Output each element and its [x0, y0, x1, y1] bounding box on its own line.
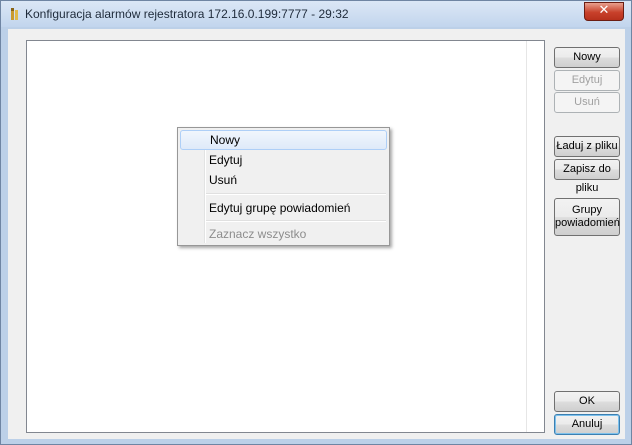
context-menu: Nowy Edytuj Usuń Edytuj grupę powiadomie… [177, 127, 390, 246]
menu-item-edit-notification-group[interactable]: Edytuj grupę powiadomień [180, 198, 387, 218]
delete-button[interactable]: Usuń [554, 92, 620, 113]
close-button[interactable]: ✕ [584, 2, 624, 21]
app-icon [11, 8, 18, 20]
menu-separator [206, 193, 386, 195]
close-icon: ✕ [598, 3, 610, 18]
edit-button[interactable]: Edytuj [554, 70, 620, 91]
new-button[interactable]: Nowy [554, 47, 620, 68]
menu-separator [206, 220, 386, 222]
cancel-button[interactable]: Anuluj [554, 414, 620, 435]
save-to-file-button[interactable]: Zapisz do pliku [554, 159, 620, 194]
menu-item-select-all[interactable]: Zaznacz wszystko [180, 224, 387, 244]
menu-item-delete[interactable]: Usuń [180, 170, 387, 190]
menu-item-edit[interactable]: Edytuj [180, 150, 387, 170]
list-scroll-area[interactable] [526, 41, 544, 432]
load-from-file-button[interactable]: Ładuj z pliku [554, 136, 620, 157]
ok-button[interactable]: OK [554, 391, 620, 412]
window-title: Konfiguracja alarmów rejestratora 172.16… [25, 7, 349, 21]
notification-groups-button[interactable]: Grupy powiadomień [554, 198, 620, 236]
menu-item-new[interactable]: Nowy [180, 130, 387, 150]
title-bar[interactable]: Konfiguracja alarmów rejestratora 172.16… [1, 1, 631, 27]
